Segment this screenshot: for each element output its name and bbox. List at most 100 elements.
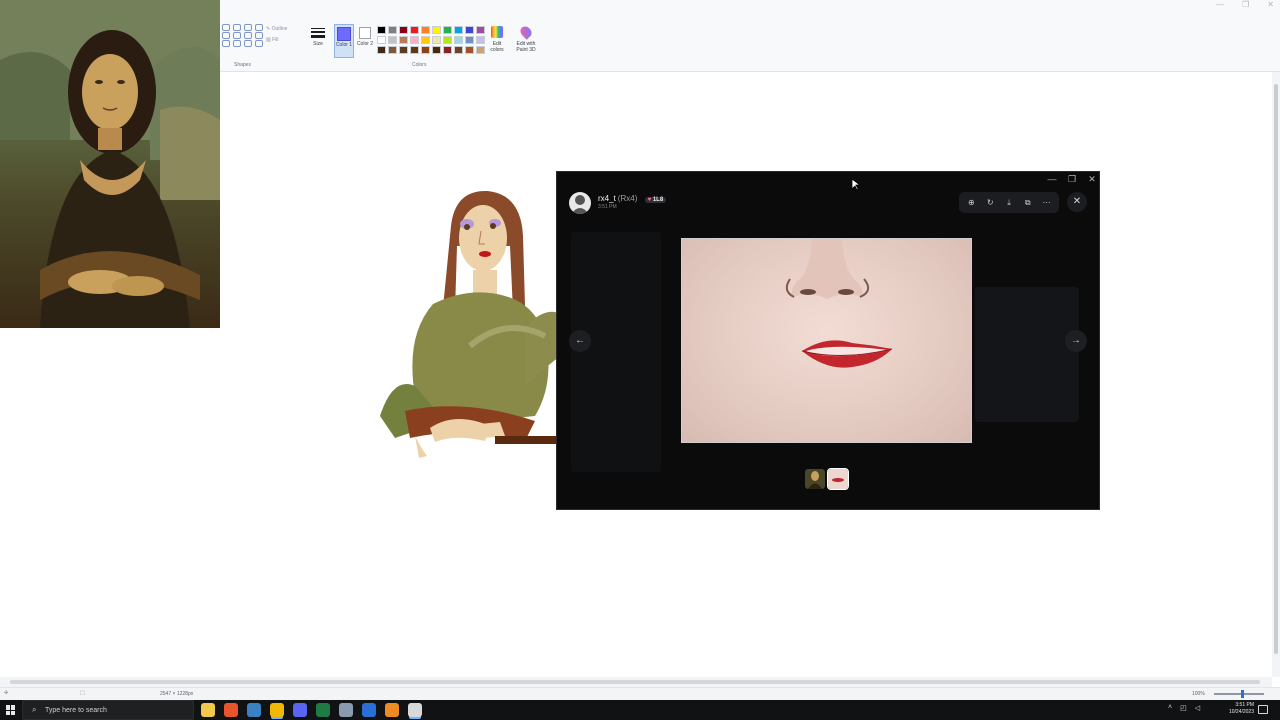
store-icon[interactable]: [362, 703, 376, 717]
color1-label: Color 1: [335, 42, 353, 48]
next-image-button[interactable]: →: [1065, 330, 1087, 352]
network-icon[interactable]: ◰: [1180, 704, 1187, 712]
edit-colors-button[interactable]: Edit colors: [486, 26, 508, 53]
size-button[interactable]: Size: [310, 26, 326, 56]
palette-swatch[interactable]: [454, 46, 463, 54]
palette-swatch[interactable]: [454, 36, 463, 44]
vertical-scroll-thumb[interactable]: [1274, 84, 1278, 654]
palette-swatch[interactable]: [465, 26, 474, 34]
mouse-cursor-icon: [851, 178, 862, 196]
thumbnail-lips[interactable]: [827, 468, 849, 490]
thumbnail-drawing[interactable]: [805, 469, 825, 489]
chrome-icon[interactable]: [270, 703, 284, 717]
viewer-maximize-icon[interactable]: ❐: [1065, 174, 1079, 185]
palette-swatch[interactable]: [476, 26, 485, 34]
palette-swatch[interactable]: [377, 26, 386, 34]
horizontal-scroll-thumb[interactable]: [10, 680, 1260, 684]
palette-swatch[interactable]: [399, 36, 408, 44]
taskbar-search-box[interactable]: ⌕ Type here to search: [22, 700, 194, 720]
fill-dropdown[interactable]: ▨ Fill: [266, 35, 287, 46]
more-icon[interactable]: ⋯: [1040, 198, 1054, 207]
viewer-close-icon[interactable]: ✕: [1067, 192, 1087, 212]
zoom-slider-thumb[interactable]: [1241, 690, 1244, 698]
close-icon[interactable]: ✕: [1267, 0, 1274, 12]
palette-swatch[interactable]: [432, 46, 441, 54]
discord-icon[interactable]: [293, 703, 307, 717]
username[interactable]: rx4_t: [598, 194, 616, 203]
file-explorer-icon[interactable]: [201, 703, 215, 717]
start-button[interactable]: [6, 705, 16, 715]
reference-painting-image: [0, 0, 220, 328]
palette-swatch[interactable]: [432, 26, 441, 34]
palette-swatch[interactable]: [454, 26, 463, 34]
volume-icon[interactable]: ◁: [1195, 704, 1200, 712]
calendar-icon[interactable]: [247, 703, 261, 717]
show-hidden-icons-icon[interactable]: ˄: [1168, 704, 1172, 712]
palette-swatch[interactable]: [432, 36, 441, 44]
edit-with-paint3d-button[interactable]: Edit with Paint 3D: [512, 24, 540, 53]
palette-swatch[interactable]: [476, 36, 485, 44]
palette-swatch[interactable]: [377, 36, 386, 44]
download-icon[interactable]: ⤓: [1002, 198, 1016, 208]
shape-pentagon-icon[interactable]: [244, 32, 252, 39]
palette-swatch[interactable]: [399, 46, 408, 54]
palette-swatch[interactable]: [388, 26, 397, 34]
palette-swatch[interactable]: [421, 26, 430, 34]
palette-swatch[interactable]: [465, 46, 474, 54]
shape-lightning-icon[interactable]: [255, 40, 263, 47]
taskbar-clock[interactable]: 3:51 PM 10/24/2023: [1218, 702, 1254, 716]
zoom-icon[interactable]: ⊕: [964, 198, 978, 207]
shape-callout-icon[interactable]: [233, 40, 241, 47]
palette-swatch[interactable]: [388, 36, 397, 44]
brave-icon[interactable]: [224, 703, 238, 717]
background-image-ghost: [975, 287, 1079, 422]
palette-swatch[interactable]: [399, 26, 408, 34]
palette-swatch[interactable]: [410, 46, 419, 54]
shape-polygon-icon[interactable]: [244, 24, 252, 31]
zoom-slider[interactable]: [1214, 690, 1264, 698]
excel-icon[interactable]: [316, 703, 330, 717]
ableton-icon[interactable]: [385, 703, 399, 717]
vertical-scrollbar[interactable]: [1272, 72, 1280, 677]
palette-swatch[interactable]: [421, 36, 430, 44]
minimize-icon[interactable]: —: [1216, 0, 1224, 12]
viewed-image[interactable]: [681, 238, 972, 443]
size-label: Size: [313, 41, 323, 47]
nickname: (Rx4): [617, 194, 638, 203]
system-tray: ˄ ◰ ◁: [1168, 704, 1200, 712]
palette-swatch[interactable]: [410, 36, 419, 44]
palette-swatch[interactable]: [443, 36, 452, 44]
viewer-titlebar: — ❐ ✕: [557, 172, 1099, 188]
outline-dropdown[interactable]: ✎ Outline: [266, 24, 287, 35]
open-external-icon[interactable]: ⧉: [1021, 198, 1035, 208]
palette-swatch[interactable]: [377, 46, 386, 54]
shape-heart-icon[interactable]: [244, 40, 252, 47]
palette-swatch[interactable]: [410, 26, 419, 34]
horizontal-scrollbar[interactable]: [0, 677, 1272, 687]
palette-swatch[interactable]: [465, 36, 474, 44]
shapes-gallery[interactable]: [222, 24, 300, 47]
viewer-window-close-icon[interactable]: ✕: [1085, 174, 1099, 185]
maximize-icon[interactable]: ❐: [1242, 0, 1249, 12]
shape-rectangle-icon[interactable]: [222, 24, 230, 31]
shape-star-icon[interactable]: [222, 40, 230, 47]
paint-icon[interactable]: [408, 703, 422, 717]
viewer-minimize-icon[interactable]: —: [1045, 174, 1059, 184]
notification-center-icon[interactable]: [1258, 705, 1268, 714]
palette-swatch[interactable]: [443, 26, 452, 34]
color2-button[interactable]: Color 2: [356, 24, 374, 58]
palette-swatch[interactable]: [476, 46, 485, 54]
rotate-icon[interactable]: ↻: [983, 198, 997, 207]
shape-arrow-icon[interactable]: [222, 32, 230, 39]
shape-hexagon-icon[interactable]: [255, 32, 263, 39]
avatar[interactable]: [569, 192, 591, 214]
shape-rounded-icon[interactable]: [233, 24, 241, 31]
palette-swatch[interactable]: [421, 46, 430, 54]
palette-swatch[interactable]: [388, 46, 397, 54]
shape-diamond-icon[interactable]: [233, 32, 241, 39]
color1-button[interactable]: Color 1: [334, 24, 354, 58]
shape-triangle-icon[interactable]: [255, 24, 263, 31]
palette-swatch[interactable]: [443, 46, 452, 54]
previous-image-button[interactable]: ←: [569, 330, 591, 352]
steam-icon[interactable]: [339, 703, 353, 717]
